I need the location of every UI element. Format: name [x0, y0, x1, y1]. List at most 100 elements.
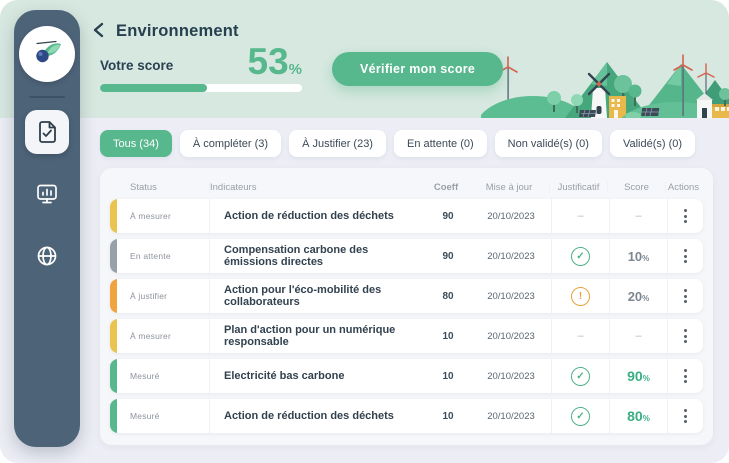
status-badge: À mesurer	[130, 211, 172, 221]
indicators-table: Status Indicateurs Coeff Mise à jour Jus…	[100, 168, 713, 445]
indicator-name: Action de réduction des déchets	[224, 210, 394, 222]
score-cell: –	[609, 199, 667, 233]
justificatif-cell: –	[551, 319, 609, 353]
empty-placeholder: –	[577, 330, 584, 342]
sidebar-item-dashboard[interactable]	[25, 172, 69, 216]
sidebar-divider	[29, 96, 65, 98]
updated-date: 20/10/2023	[487, 330, 535, 342]
justificatif-cell: –	[551, 199, 609, 233]
kebab-menu-icon	[680, 245, 691, 267]
score-progress-fill	[100, 83, 208, 92]
table-rows: À mesurer Action de réduction des déchet…	[110, 199, 703, 433]
filter-tab-1[interactable]: À compléter (3)	[179, 130, 282, 157]
empty-placeholder: –	[577, 210, 584, 222]
status-cell: À mesurer	[118, 319, 210, 353]
row-actions-button[interactable]	[667, 319, 703, 353]
table-header-row: Status Indicateurs Coeff Mise à jour Jus…	[110, 174, 703, 199]
score-block: Votre score 53%	[100, 41, 303, 92]
check-circle-icon: ✓	[571, 366, 590, 386]
status-badge: Mesuré	[130, 411, 160, 421]
coeff-value: 10	[442, 330, 454, 342]
coeff-value: 90	[442, 250, 454, 262]
score-cell: 10%	[609, 239, 667, 273]
app-logo[interactable]	[19, 26, 75, 82]
status-badge: À justifier	[130, 291, 168, 301]
back-button[interactable]	[92, 22, 105, 41]
table-row: Mesuré Electricité bas carbone 10 20/10/…	[110, 359, 703, 393]
justificatif-cell: ✓	[551, 239, 609, 273]
row-actions-button[interactable]	[667, 279, 703, 313]
row-actions-button[interactable]	[667, 359, 703, 393]
solar-panel-icon	[641, 107, 660, 117]
score-value: 10%	[627, 248, 650, 264]
status-cell: À justifier	[118, 279, 210, 313]
status-badge: Mesuré	[130, 371, 160, 381]
indicator-name: Compensation carbone des émissions direc…	[224, 244, 369, 268]
check-circle-icon: ✓	[571, 246, 590, 266]
score-value: 20%	[627, 288, 650, 304]
building-icon	[609, 96, 626, 118]
filter-tab-3[interactable]: En attente (0)	[393, 130, 487, 157]
verify-score-button[interactable]: Vérifier mon score	[332, 52, 504, 87]
status-cell: En attente	[118, 239, 210, 273]
filter-tab-5[interactable]: Validé(s) (0)	[609, 130, 696, 157]
score-label: Votre score	[100, 57, 174, 73]
column-header-justificatif: Justificatif	[549, 182, 607, 193]
globe-icon	[37, 246, 57, 266]
updated-date: 20/10/2023	[487, 290, 535, 302]
sidebar-item-web[interactable]	[25, 234, 69, 278]
table-row: En attente Compensation carbone des émis…	[110, 239, 703, 273]
score-value: 90%	[627, 368, 650, 384]
comet-logo-icon	[36, 40, 61, 63]
column-header-indicateurs: Indicateurs	[210, 182, 257, 193]
updated-date: 20/10/2023	[487, 250, 535, 262]
kebab-menu-icon	[680, 325, 691, 347]
score-progressbar	[100, 83, 302, 92]
row-actions-button[interactable]	[667, 199, 703, 233]
column-header-coeff: Coeff	[433, 182, 459, 193]
table-row: À mesurer Action de réduction des déchet…	[110, 199, 703, 233]
justificatif-cell: !	[551, 279, 609, 313]
status-badge: En attente	[130, 251, 171, 261]
status-badge: À mesurer	[130, 331, 172, 341]
row-actions-button[interactable]	[667, 239, 703, 273]
column-header-actions: Actions	[665, 182, 701, 193]
content-area: Tous (34) À compléter (3) À Justifier (23)…	[0, 118, 729, 445]
filter-tab-0[interactable]: Tous (34)	[100, 130, 172, 157]
score-cell: 20%	[609, 279, 667, 313]
empty-placeholder: –	[635, 330, 642, 342]
check-circle-icon: ✓	[571, 406, 590, 426]
status-cell: Mesuré	[118, 359, 210, 393]
empty-placeholder: –	[635, 210, 642, 222]
row-actions-button[interactable]	[667, 399, 703, 433]
score-section: Votre score 53% Vérifier mon score	[0, 41, 729, 92]
column-header-mise-a-jour: Mise à jour	[485, 182, 533, 193]
score-cell: 80%	[609, 399, 667, 433]
sidebar-item-indicators[interactable]	[25, 110, 69, 154]
indicator-name: Action de réduction des déchets	[224, 410, 394, 422]
score-value: 53%	[247, 41, 303, 82]
status-cell: Mesuré	[118, 399, 210, 433]
table-row: À justifier Action pour l'éco-mobilité d…	[110, 279, 703, 313]
table-row: À mesurer Plan d'action pour un numériqu…	[110, 319, 703, 353]
breadcrumb: Environnement	[0, 0, 729, 41]
solar-panel-icon	[579, 109, 597, 118]
coeff-value: 10	[442, 370, 454, 382]
kebab-menu-icon	[680, 205, 691, 227]
coeff-value: 80	[442, 290, 454, 302]
coeff-value: 90	[442, 210, 454, 222]
monitor-chart-icon	[37, 184, 57, 204]
filter-tab-2[interactable]: À Justifier (23)	[289, 130, 386, 157]
score-cell: –	[609, 319, 667, 353]
score-value: 80%	[627, 408, 650, 424]
column-header-status: Status	[118, 182, 210, 193]
updated-date: 20/10/2023	[487, 210, 535, 222]
table-row: Mesuré Action de réduction des déchets 1…	[110, 399, 703, 433]
indicator-name: Electricité bas carbone	[224, 370, 345, 382]
filter-tabs: Tous (34) À compléter (3) À Justifier (23)…	[100, 130, 713, 157]
coeff-value: 10	[442, 410, 454, 422]
updated-date: 20/10/2023	[487, 410, 535, 422]
filter-tab-4[interactable]: Non validé(s) (0)	[494, 130, 602, 157]
score-cell: 90%	[609, 359, 667, 393]
kebab-menu-icon	[680, 365, 691, 387]
